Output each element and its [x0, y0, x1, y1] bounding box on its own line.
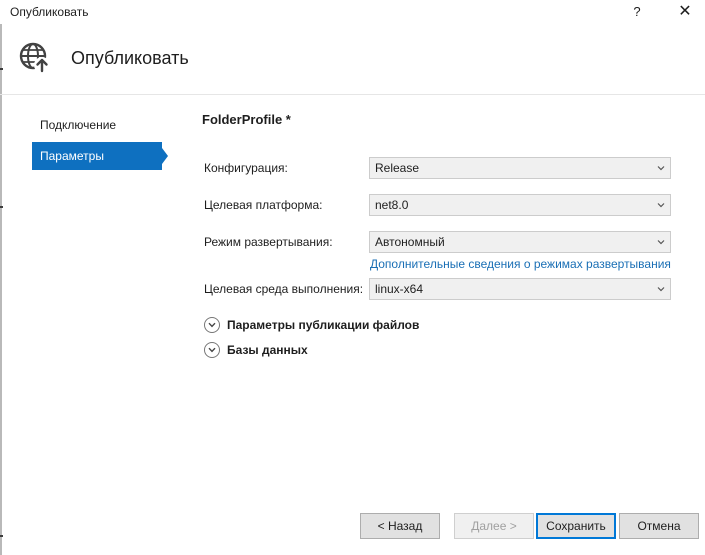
file-publish-options-label: Параметры публикации файлов: [227, 318, 420, 332]
deployment-modes-info-link[interactable]: Дополнительные сведения о режимах развер…: [370, 257, 671, 271]
sidebar-item-connection[interactable]: Подключение: [32, 111, 162, 139]
target-framework-value: net8.0: [375, 198, 409, 212]
window-title: Опубликовать: [10, 5, 89, 19]
back-button[interactable]: < Назад: [360, 513, 440, 539]
globe-publish-icon: [19, 42, 50, 73]
target-framework-dropdown[interactable]: net8.0: [369, 194, 671, 216]
target-runtime-label: Целевая среда выполнения:: [204, 282, 364, 296]
databases-label: Базы данных: [227, 343, 308, 357]
selected-indicator-arrow: [162, 148, 168, 164]
profile-name: FolderProfile *: [202, 112, 291, 127]
save-button[interactable]: Сохранить: [536, 513, 616, 539]
deployment-mode-dropdown[interactable]: Автономный: [369, 231, 671, 253]
configuration-label: Конфигурация:: [204, 161, 288, 175]
deployment-mode-label: Режим развертывания:: [204, 235, 333, 249]
sidebar-item-settings[interactable]: Параметры: [32, 142, 162, 170]
configuration-value: Release: [375, 161, 420, 175]
expand-chevron-icon: [204, 317, 220, 333]
chevron-down-icon: [657, 203, 665, 208]
next-button[interactable]: Далее >: [454, 513, 534, 539]
cancel-button[interactable]: Отмена: [619, 513, 699, 539]
chevron-down-icon: [657, 166, 665, 171]
window-edge-marker: [0, 535, 3, 537]
header-divider: [0, 94, 705, 95]
configuration-dropdown[interactable]: Release: [369, 157, 671, 179]
window-edge-marker: [0, 206, 3, 208]
deployment-mode-value: Автономный: [375, 235, 445, 249]
dialog-header: Опубликовать: [0, 24, 705, 94]
help-button[interactable]: ?: [622, 1, 652, 23]
target-runtime-dropdown[interactable]: linux-x64: [369, 278, 671, 300]
expand-chevron-icon: [204, 342, 220, 358]
chevron-down-icon: [657, 287, 665, 292]
chevron-down-icon: [657, 240, 665, 245]
close-button[interactable]: ✕: [670, 1, 700, 23]
page-title: Опубликовать: [71, 48, 189, 68]
target-framework-label: Целевая платформа:: [204, 198, 323, 212]
target-runtime-value: linux-x64: [375, 282, 424, 296]
title-bar: Опубликовать ? ✕: [0, 0, 705, 24]
